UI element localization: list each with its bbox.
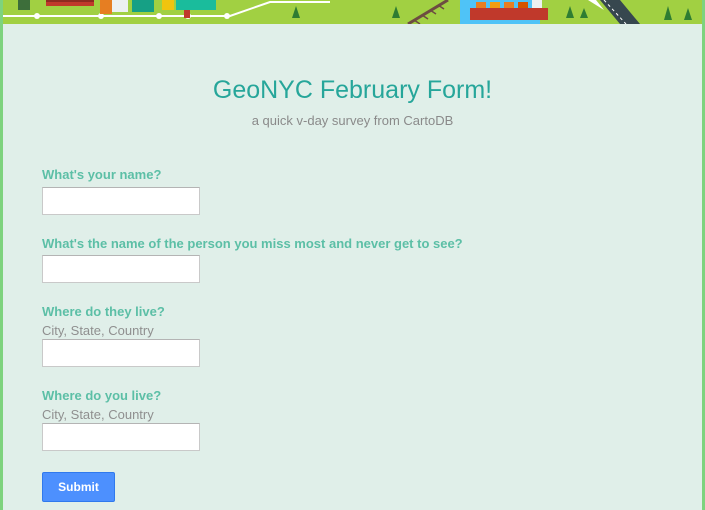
city-map-illustration: [0, 0, 705, 24]
header-banner: [0, 0, 705, 24]
question-label-your-location: Where do you live?: [42, 388, 162, 403]
form-title: GeoNYC February Form!: [212, 76, 493, 104]
name-input[interactable]: [42, 187, 200, 215]
submit-button[interactable]: Submit: [42, 472, 115, 502]
question-label-person: What's the name of the person you miss m…: [42, 236, 463, 251]
question-label-name: What's your name?: [42, 167, 162, 182]
question-help-your-location: City, State, Country: [42, 407, 154, 422]
your-location-input[interactable]: [42, 423, 200, 451]
form-subtitle: a quick v-day survey from CartoDB: [251, 113, 454, 128]
their-location-input[interactable]: [42, 339, 200, 367]
question-help-their-location: City, State, Country: [42, 323, 154, 338]
person-name-input[interactable]: [42, 255, 200, 283]
question-label-their-location: Where do they live?: [42, 304, 165, 319]
